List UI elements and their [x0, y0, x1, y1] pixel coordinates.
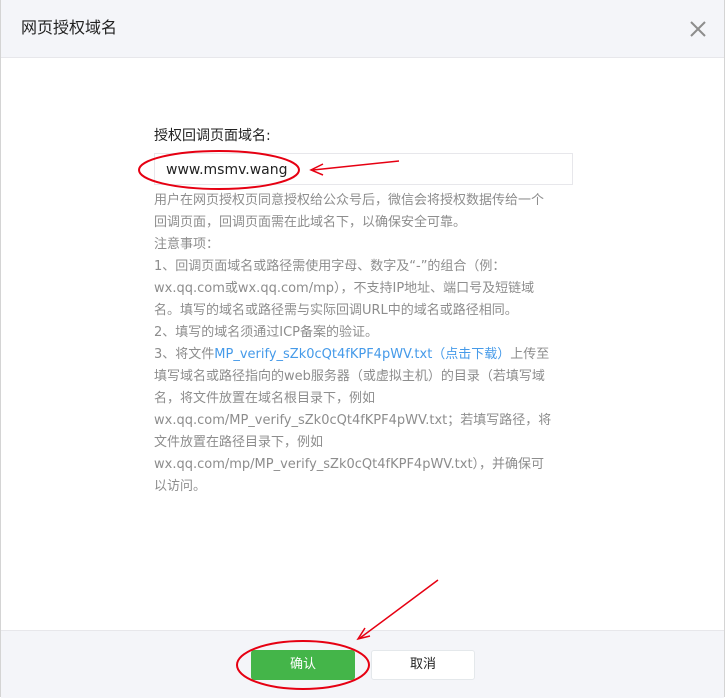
notes-item-3-suffix: 上传至: [510, 347, 550, 362]
cancel-button[interactable]: 取消: [371, 650, 475, 680]
auth-domain-dialog: 网页授权域名 授权回调页面域名: www.msmv.wang 用户在网页授权页同…: [0, 0, 725, 698]
dialog-title: 网页授权域名: [21, 18, 118, 37]
dialog-header: 网页授权域名: [1, 0, 724, 58]
notes-item-2: 2、填写的域名须通过ICP备案的验证。: [154, 325, 379, 340]
notes-item-1: 1、回调页面域名或路径需使用字母、数字及“-”的组合（例：: [154, 259, 506, 274]
notes-item-3: 以访问。: [154, 479, 207, 494]
notes-intro-line: 回调页面，回调页面需在此域名下，以确保安全可靠。: [154, 215, 467, 230]
notes-heading: 注意事项：: [154, 237, 220, 252]
notes-item-1: wx.qq.com或wx.qq.com/mp），不支持IP地址、端口号及短链域: [154, 281, 535, 296]
notes-item-3: 3、将文件MP_verify_sZk0cQt4fKPF4pWV.txt（点击下载…: [154, 344, 584, 366]
domain-field-label: 授权回调页面域名:: [154, 128, 271, 144]
notes-item-1: 名。填写的域名或路径需与实际回调URL中的域名或路径相同。: [154, 303, 518, 318]
close-icon[interactable]: [685, 16, 711, 42]
domain-input-value: www.msmv.wang: [166, 162, 288, 178]
notes-intro-line: 用户在网页授权页同意授权给公众号后，微信会将授权数据传给一个: [154, 193, 545, 208]
verify-file-download-link[interactable]: MP_verify_sZk0cQt4fKPF4pWV.txt（点击下载）: [214, 347, 510, 362]
notes-item-3: wx.qq.com/MP_verify_sZk0cQt4fKPF4pWV.txt…: [154, 413, 552, 428]
notes-item-3-prefix: 3、将文件: [154, 347, 215, 362]
notes-item-3: 名，将文件放置在域名根目录下，例如: [154, 391, 376, 406]
domain-notes: 用户在网页授权页同意授权给公众号后，微信会将授权数据传给一个 回调页面，回调页面…: [154, 190, 584, 498]
notes-item-3: 填写域名或路径指向的web服务器（或虚拟主机）的目录（若填写域: [154, 369, 545, 384]
confirm-button[interactable]: 确认: [251, 650, 355, 680]
dialog-footer: [1, 630, 724, 698]
notes-item-3: 文件放置在路径目录下，例如: [154, 435, 324, 450]
notes-item-3: wx.qq.com/mp/MP_verify_sZk0cQt4fKPF4pWV.…: [154, 457, 545, 472]
